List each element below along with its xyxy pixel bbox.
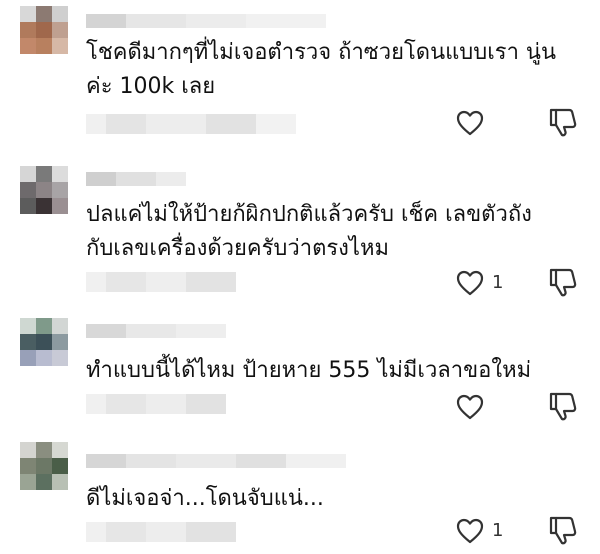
comment-text: ดีไม่เจอจ่า...โดนจับแน่... <box>86 486 324 511</box>
comment-item: โชคดีมากๆที่ไม่เจอตำรวจ ถ้าซวยโดนแบบเรา … <box>0 0 600 150</box>
timestamp-blurred <box>86 394 226 414</box>
username-blurred[interactable] <box>86 454 346 468</box>
dislike-button[interactable] <box>548 514 580 546</box>
dislike-button[interactable] <box>548 266 580 298</box>
comment-item: ดีไม่เจอจ่า...โดนจับแน่... 1 <box>0 430 600 554</box>
heart-outline-icon <box>456 110 484 136</box>
avatar[interactable] <box>20 6 68 70</box>
comment-item: ปลแค่ไม่ให้ป้ายก้ผิกปกติแล้วครับ เช็ค เล… <box>0 150 600 300</box>
like-count: 1 <box>492 272 504 293</box>
like-button[interactable] <box>456 268 488 298</box>
dislike-button[interactable] <box>548 390 580 422</box>
comment-item: ทำแบบนี้ได้ไหม ป้ายหาย 555 ไม่มีเวลาขอให… <box>0 300 600 430</box>
avatar[interactable] <box>20 166 68 230</box>
comment-text: โชคดีมากๆที่ไม่เจอตำรวจ ถ้าซวยโดนแบบเรา … <box>86 40 556 99</box>
username-blurred[interactable] <box>86 324 226 338</box>
like-button[interactable] <box>456 108 488 138</box>
heart-outline-icon <box>456 518 484 544</box>
thumbs-down-icon <box>549 392 577 421</box>
avatar[interactable] <box>20 318 68 382</box>
thumbs-down-icon <box>549 268 577 297</box>
username-blurred[interactable] <box>86 14 326 28</box>
comment-text: ทำแบบนี้ได้ไหม ป้ายหาย 555 ไม่มีเวลาขอให… <box>86 358 532 383</box>
heart-outline-icon <box>456 270 484 296</box>
thumbs-down-icon <box>549 108 577 137</box>
dislike-button[interactable] <box>548 106 580 138</box>
like-count: 1 <box>492 520 504 541</box>
username-blurred[interactable] <box>86 172 186 186</box>
comment-text: ปลแค่ไม่ให้ป้ายก้ผิกปกติแล้วครับ เช็ค เล… <box>86 202 532 261</box>
like-button[interactable] <box>456 516 488 546</box>
heart-outline-icon <box>456 394 484 420</box>
timestamp-blurred <box>86 522 236 542</box>
thumbs-down-icon <box>549 516 577 545</box>
avatar[interactable] <box>20 442 68 506</box>
like-button[interactable] <box>456 392 488 422</box>
timestamp-blurred <box>86 114 296 134</box>
timestamp-blurred <box>86 272 236 292</box>
